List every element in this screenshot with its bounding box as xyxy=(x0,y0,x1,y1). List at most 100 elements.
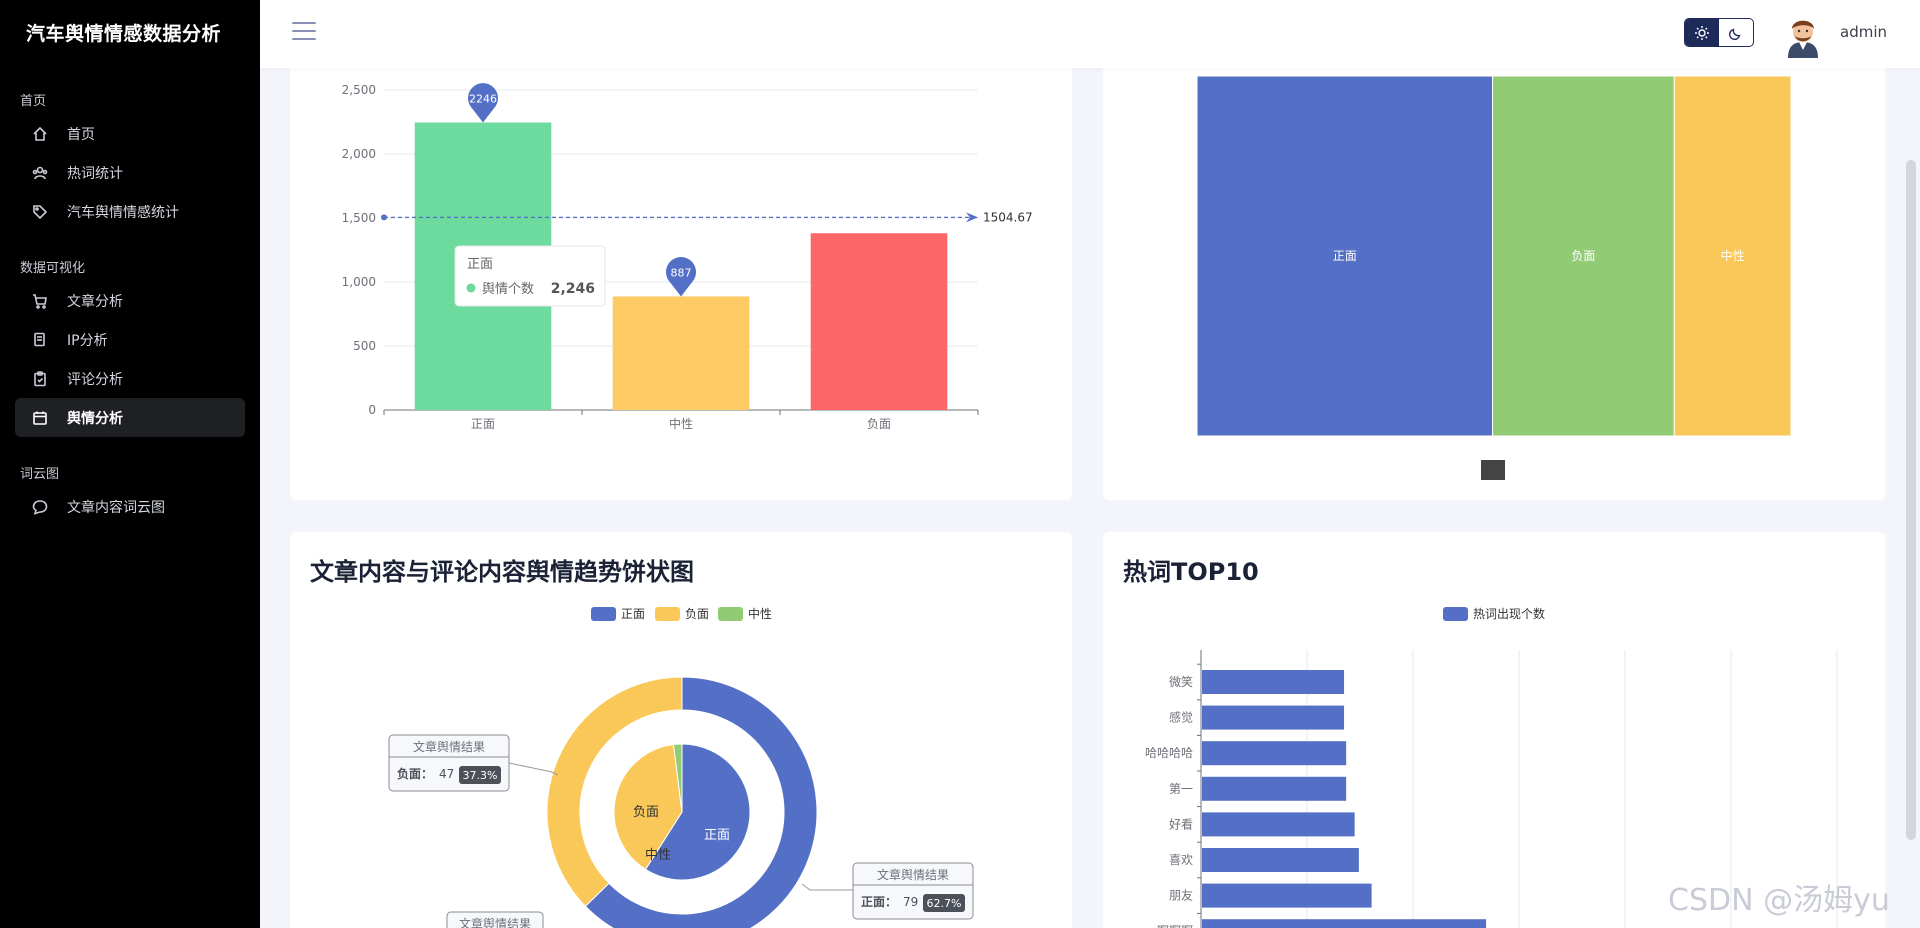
page-scrollbar[interactable] xyxy=(1906,160,1916,840)
y-tick-label: 2,500 xyxy=(342,83,376,97)
y-tick-label: 2,000 xyxy=(342,147,376,161)
sidebar-item[interactable]: IP分析 xyxy=(15,320,245,359)
y-tick-label: 好看 xyxy=(1169,817,1193,831)
nav-section-title: 数据可视化 xyxy=(20,261,86,276)
callout-title: 文章舆情结果 xyxy=(413,739,485,754)
chat-icon xyxy=(31,498,49,516)
treemap-breadcrumb[interactable] xyxy=(1481,460,1505,480)
sidebar-item-label: 文章内容词云图 xyxy=(67,499,165,516)
sentiment-pie-chart: 正面 负面 中性负面中性正面文章舆情结果负面： 47 37.3%文章舆情结果正面： 79 6… xyxy=(388,606,974,928)
username[interactable]: admin xyxy=(1840,23,1887,41)
y-tick-label: 1,000 xyxy=(342,275,376,289)
callout-name: 正面： xyxy=(861,895,897,909)
bar xyxy=(1202,848,1359,872)
sidebar-item-label: 文章分析 xyxy=(67,293,123,310)
sidebar-item-label: 评论分析 xyxy=(67,371,123,388)
y-tick-label: 啊啊啊 xyxy=(1157,924,1193,928)
treemap-label: 正面 xyxy=(1333,249,1357,263)
receipt-icon xyxy=(31,331,49,349)
x-tick-label: 正面 xyxy=(471,417,495,431)
callout-title: 文章舆情结果 xyxy=(459,916,531,928)
sidebar-item[interactable]: 文章内容词云图 xyxy=(15,487,245,526)
callout-line xyxy=(508,762,559,776)
clipboard-icon xyxy=(31,370,49,388)
brand-title: 汽车舆情情感数据分析 xyxy=(26,22,222,45)
legend-swatch xyxy=(591,607,616,621)
top-header: admin xyxy=(260,0,1920,68)
x-tick-label: 负面 xyxy=(867,417,891,431)
sentiment-treemap-chart: 正面 负面 中性 xyxy=(1196,75,1792,480)
chart-tooltip: 正面舆情个数 2,246 xyxy=(454,245,606,307)
tooltip-dot xyxy=(466,283,476,293)
y-tick-label: 哈哈哈哈 xyxy=(1145,746,1193,760)
legend-label: 中性 xyxy=(748,606,772,621)
sidebar-item-label: 汽车舆情情感统计 xyxy=(67,204,179,221)
sidebar-item-label: 舆情分析 xyxy=(67,410,123,427)
legend-label: 热词出现个数 xyxy=(1473,606,1545,621)
markpoint-label: 2246 xyxy=(469,93,497,106)
treemap-label: 中性 xyxy=(1721,248,1745,263)
y-tick-label: 1,500 xyxy=(342,211,376,225)
bar xyxy=(810,233,948,410)
inner-label: 正面 xyxy=(704,828,730,843)
hotword-card: 热词TOP10 热词出现个数微笑感觉哈哈哈哈第一好看喜欢朋友啊啊啊 xyxy=(1103,532,1885,928)
y-tick-label: 喜欢 xyxy=(1169,852,1193,867)
callout-pct: 62.7% xyxy=(927,897,962,910)
menu-toggle-icon[interactable] xyxy=(292,22,316,42)
dark-mode-icon[interactable] xyxy=(1719,19,1753,46)
y-tick-label: 朋友 xyxy=(1169,889,1193,903)
sidebar-item[interactable]: 文章分析 xyxy=(15,281,245,320)
home-icon xyxy=(31,125,49,143)
sidebar-item[interactable]: 评论分析 xyxy=(15,359,245,398)
sidebar: 汽车舆情情感数据分析 首页 首页 热词统计 汽车舆情情感统计 数据可视化 文章分析 IP分析… xyxy=(0,0,260,928)
calendar-icon xyxy=(31,409,49,427)
callout-name: 负面： xyxy=(397,766,433,781)
sentiment-bar-card: 0 500 1,000 1,500 2,000 2,500 正面 中性 负面 1504.67 224… xyxy=(290,50,1072,500)
nav-section-title: 首页 xyxy=(20,94,47,109)
watermark: CSDN @汤姆yu xyxy=(1668,883,1890,918)
legend-swatch xyxy=(655,607,680,621)
bar xyxy=(1202,670,1345,694)
sentiment-treemap-card: 正面 负面 中性 xyxy=(1103,50,1885,500)
y-tick-label: 第一 xyxy=(1169,782,1193,796)
nav-section-title: 词云图 xyxy=(20,467,60,482)
legend-swatch xyxy=(1443,607,1468,621)
bar xyxy=(1202,919,1487,928)
sentiment-bar-chart: 05001,0001,5002,0002,500正面 中性 负面1504.67224… xyxy=(342,83,1033,431)
sidebar-item-label: 热词统计 xyxy=(67,165,123,182)
treemap-label: 负面 xyxy=(1571,249,1595,263)
bar xyxy=(1202,741,1347,766)
callout-pct: 37.3% xyxy=(463,769,498,782)
sidebar-item[interactable]: 首页 xyxy=(15,114,245,153)
light-mode-icon[interactable] xyxy=(1685,19,1719,46)
sentiment-pie-card: 文章内容与评论内容舆情趋势饼状图 正面 负面 中性 负面 中性 正面 文章舆情结果 负面： 47… xyxy=(290,532,1072,928)
sidebar-item[interactable]: 汽车舆情情感统计 xyxy=(15,192,245,231)
callout-value: 47 xyxy=(439,767,454,781)
y-tick-label: 500 xyxy=(353,339,376,353)
hotword-bar-chart: 热词出现个数微笑感觉哈哈哈哈第一好看喜欢朋友啊啊啊 xyxy=(1145,606,1838,928)
sidebar-item[interactable]: 热词统计 xyxy=(15,153,245,192)
tooltip-box xyxy=(454,245,606,307)
bar xyxy=(1202,776,1347,801)
legend-label: 正面 xyxy=(621,607,645,621)
theme-toggle[interactable] xyxy=(1684,18,1754,47)
tooltip-value: 2,246 xyxy=(551,281,595,297)
x-tick-label: 中性 xyxy=(669,416,693,431)
tag-icon xyxy=(31,203,49,221)
callout-title: 文章舆情结果 xyxy=(877,867,949,882)
legend-label: 负面 xyxy=(685,607,709,621)
markline-label: 1504.67 xyxy=(983,210,1033,224)
avatar[interactable] xyxy=(1780,12,1826,58)
legend-swatch xyxy=(718,607,743,621)
bar xyxy=(1202,883,1372,908)
tooltip-title: 正面 xyxy=(467,257,493,272)
inner-label: 中性 xyxy=(645,848,671,863)
sidebar-item-label: IP分析 xyxy=(67,332,108,349)
inner-label: 负面 xyxy=(633,805,659,820)
sidebar-item[interactable]: 舆情分析 xyxy=(15,398,245,437)
callout-value: 79 xyxy=(903,895,918,909)
tooltip-series: 舆情个数 xyxy=(482,282,534,297)
bar xyxy=(1202,812,1355,837)
y-tick-label: 感觉 xyxy=(1169,710,1193,725)
bar xyxy=(612,296,750,410)
